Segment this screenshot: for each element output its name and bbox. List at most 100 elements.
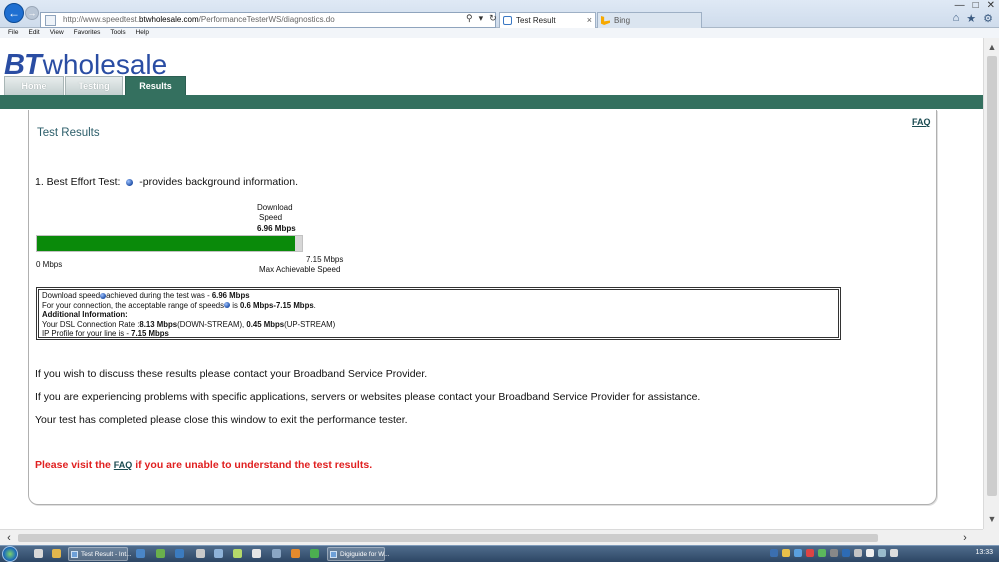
nav-tab-testing[interactable]: Testing bbox=[65, 76, 123, 95]
tray-icon[interactable] bbox=[818, 549, 826, 557]
menu-edit[interactable]: Edit bbox=[28, 28, 39, 38]
menu-file[interactable]: File bbox=[8, 28, 18, 38]
tray-icon[interactable] bbox=[794, 549, 802, 557]
home-icon[interactable]: ⌂ bbox=[953, 12, 960, 25]
address-bar[interactable]: http://www.speedtest.btwholesale.com/Per… bbox=[40, 12, 496, 28]
menu-help[interactable]: Help bbox=[136, 28, 149, 38]
tray-icon[interactable] bbox=[854, 549, 862, 557]
dsl-down-value: 8.13 Mbps bbox=[139, 319, 178, 329]
address-tools: ⚲ ▾ ↻ bbox=[466, 13, 497, 24]
visit-text-b: if you are unable to understand the test… bbox=[132, 459, 373, 471]
volume-icon[interactable] bbox=[890, 549, 898, 557]
scroll-down-icon[interactable]: ▼ bbox=[984, 512, 999, 526]
tray-icon[interactable] bbox=[866, 549, 874, 557]
speed-max-value: 7.15 Mbps bbox=[306, 255, 344, 264]
additional-info-label: Additional Information: bbox=[42, 310, 128, 319]
close-tab-icon[interactable]: × bbox=[587, 15, 592, 25]
bing-icon bbox=[601, 16, 610, 25]
info-box: Download speed achieved during the test w… bbox=[36, 287, 841, 340]
settings-gear-icon[interactable]: ⚙ bbox=[983, 12, 993, 25]
download-value: 6.96 Mbps bbox=[211, 291, 250, 300]
download-text: Download speed bbox=[42, 291, 101, 300]
dsl-down-label: (DOWN-STREAM), bbox=[177, 319, 247, 329]
scroll-left-icon[interactable]: ‹ bbox=[2, 530, 16, 546]
tray-icon[interactable] bbox=[842, 549, 850, 557]
app-icon[interactable] bbox=[175, 549, 184, 558]
faq-link[interactable]: FAQ bbox=[912, 117, 931, 127]
download-text-2: achieved during the test was - bbox=[106, 291, 212, 300]
additional-heading: Additional Information: bbox=[42, 310, 835, 320]
dsl-up-label: (UP-STREAM) bbox=[284, 319, 336, 329]
back-arrow-icon: ← bbox=[8, 6, 20, 20]
scroll-right-icon[interactable]: › bbox=[958, 530, 972, 546]
tab-test-result[interactable]: Test Result × bbox=[499, 12, 596, 28]
contact-paragraph: If you wish to discuss these results ple… bbox=[35, 368, 428, 380]
menu-bar: File Edit View Favorites Tools Help bbox=[0, 28, 999, 38]
browser-chrome: ← → http://www.speedtest.btwholesale.com… bbox=[0, 0, 999, 28]
forward-arrow-icon: → bbox=[27, 8, 37, 18]
tab-label: Bing bbox=[614, 16, 631, 25]
ip-text: IP Profile for your line is - bbox=[42, 329, 132, 338]
close-window-icon[interactable]: ✕ bbox=[987, 0, 995, 11]
vertical-scrollbar[interactable]: ▲ ▼ bbox=[983, 38, 999, 529]
forward-button[interactable]: → bbox=[25, 6, 39, 20]
taskbar-item-label: Test Result - Int... bbox=[81, 551, 132, 558]
show-desktop-icon[interactable] bbox=[34, 549, 43, 558]
taskbar-item-digiguide[interactable]: Digiguide for W... bbox=[327, 547, 390, 561]
visit-faq-link[interactable]: FAQ bbox=[114, 460, 133, 470]
horizontal-scrollbar[interactable]: ‹ › bbox=[0, 529, 983, 545]
folder-icon[interactable] bbox=[52, 549, 61, 558]
horizontal-scroll-thumb[interactable] bbox=[18, 534, 878, 542]
visit-text-a: Please visit the bbox=[35, 459, 114, 471]
menu-view[interactable]: View bbox=[50, 28, 64, 38]
range-text: For your connection, the acceptable rang… bbox=[42, 300, 225, 310]
test-suffix: -provides background information. bbox=[139, 176, 299, 188]
tray-icon[interactable] bbox=[830, 549, 838, 557]
tray-icon[interactable] bbox=[878, 549, 886, 557]
screen: ← → http://www.speedtest.btwholesale.com… bbox=[0, 0, 999, 562]
nav-tab-results[interactable]: Results bbox=[125, 76, 186, 95]
dsl-up-value: 0.45 Mbps bbox=[246, 319, 285, 329]
max-achievable-label: Max Achievable Speed bbox=[259, 265, 341, 274]
taskbar-item-browser[interactable]: Test Result - Int... bbox=[68, 547, 132, 561]
taskbar-item-label: Digiguide for W... bbox=[340, 551, 390, 558]
page-icon bbox=[45, 15, 56, 26]
url-prefix: http://www.speedtest. bbox=[63, 15, 140, 24]
app-icon[interactable] bbox=[156, 549, 165, 558]
app-icon[interactable] bbox=[136, 549, 145, 558]
app-icon[interactable] bbox=[233, 549, 242, 558]
search-icon[interactable]: ⚲ bbox=[466, 13, 473, 24]
page-viewport: BTwholesale Home Testing Results Test Re… bbox=[0, 38, 983, 529]
tab-bing[interactable]: Bing bbox=[597, 12, 702, 28]
tray-icon[interactable] bbox=[806, 549, 814, 557]
scroll-up-icon[interactable]: ▲ bbox=[984, 40, 999, 54]
menu-favorites[interactable]: Favorites bbox=[74, 28, 101, 38]
page-title: Test Results bbox=[37, 127, 100, 139]
app-icon[interactable] bbox=[272, 549, 281, 558]
system-tray bbox=[770, 549, 898, 557]
vertical-scroll-thumb[interactable] bbox=[987, 56, 997, 496]
back-button[interactable]: ← bbox=[4, 3, 24, 23]
ie-icon bbox=[71, 551, 78, 558]
ie-page-icon bbox=[503, 16, 512, 25]
firefox-icon[interactable] bbox=[291, 549, 300, 558]
clock[interactable]: 13:33 bbox=[975, 549, 993, 556]
tray-icon[interactable] bbox=[782, 549, 790, 557]
ip-profile-line: IP Profile for your line is - 7.15 Mbps bbox=[42, 329, 835, 339]
minimize-icon[interactable]: — bbox=[955, 0, 965, 11]
info-icon[interactable] bbox=[126, 178, 134, 186]
maximize-icon[interactable]: □ bbox=[973, 0, 979, 11]
dropdown-icon[interactable]: ▾ bbox=[479, 13, 484, 24]
app-icon[interactable] bbox=[196, 549, 205, 558]
app-icon[interactable] bbox=[252, 549, 261, 558]
nav-tab-home[interactable]: Home bbox=[4, 76, 64, 95]
start-button-icon[interactable] bbox=[2, 546, 18, 562]
favorites-star-icon[interactable]: ★ bbox=[966, 12, 976, 25]
app-icon[interactable] bbox=[214, 549, 223, 558]
chrome-icon[interactable] bbox=[310, 549, 319, 558]
refresh-icon[interactable]: ↻ bbox=[489, 13, 497, 24]
range-end: . bbox=[313, 300, 316, 310]
menu-tools[interactable]: Tools bbox=[110, 28, 125, 38]
tray-icon[interactable] bbox=[770, 549, 778, 557]
download-speed-value: 6.96 Mbps bbox=[257, 224, 296, 233]
